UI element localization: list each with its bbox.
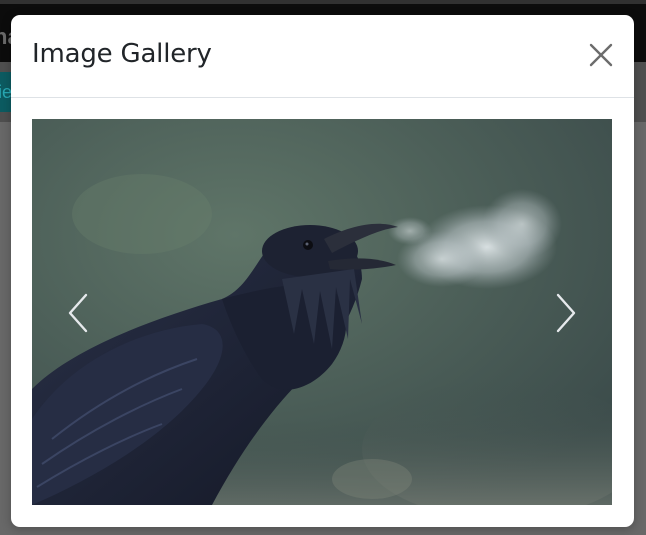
- raven-photo: [32, 119, 612, 505]
- close-icon: [589, 43, 613, 67]
- modal-title: Image Gallery: [32, 39, 212, 69]
- close-button[interactable]: [585, 39, 617, 71]
- chevron-right-icon: [556, 293, 576, 333]
- carousel-prev-button[interactable]: [56, 289, 96, 337]
- image-gallery-modal: Image Gallery: [11, 15, 634, 527]
- image-carousel[interactable]: [32, 119, 612, 505]
- chevron-left-icon: [68, 293, 88, 333]
- modal-header: Image Gallery: [11, 15, 634, 98]
- carousel-next-button[interactable]: [548, 289, 588, 337]
